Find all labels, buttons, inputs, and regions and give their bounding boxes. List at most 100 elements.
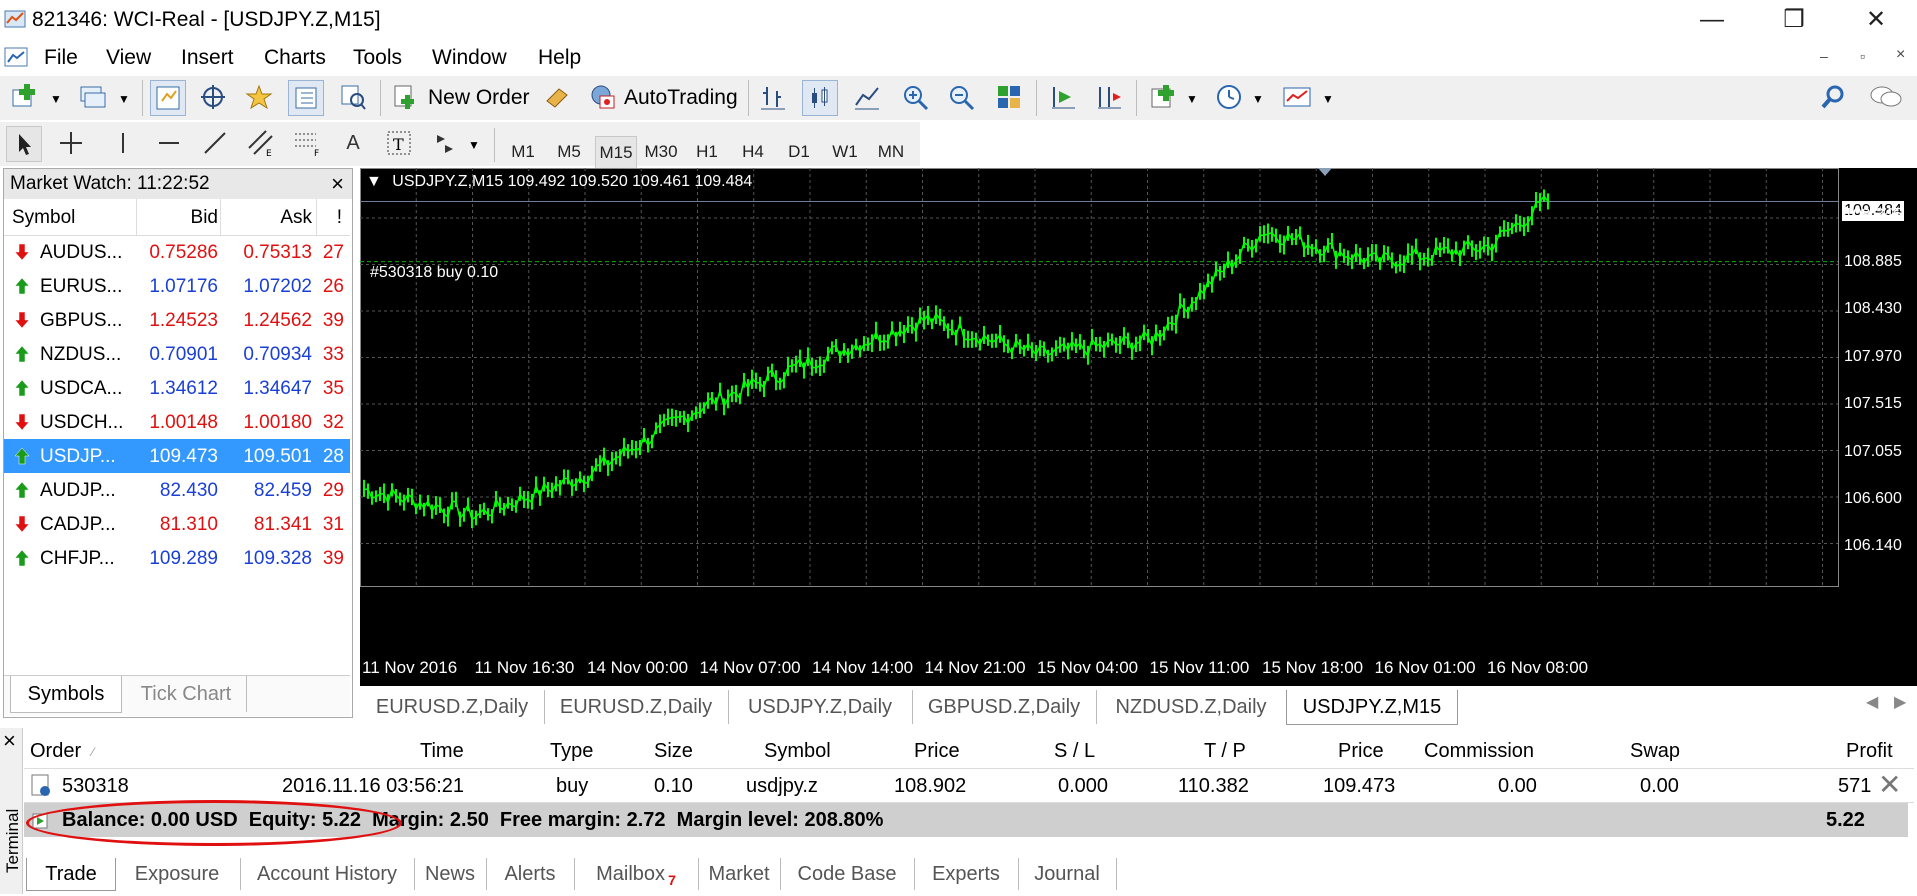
timeframe-mn[interactable]: MN [871,136,911,168]
column-sl[interactable]: S / L [1054,740,1095,763]
profiles-icon[interactable] [76,80,110,114]
candlesticks-icon[interactable] [802,80,838,116]
market-watch-row[interactable]: EURUS... 1.07176 1.07202 26 [4,269,350,303]
market-watch-toggle-icon[interactable] [150,80,186,116]
column-type[interactable]: Type [550,740,593,763]
restore-button[interactable]: ❒ [1764,4,1824,36]
navigator-icon[interactable] [242,80,276,114]
terminal-tab[interactable]: Mailbox 7 [574,858,699,890]
bar-chart-icon[interactable] [756,80,790,114]
cursor-icon[interactable] [6,126,42,162]
zoom-in-icon[interactable] [898,80,932,114]
terminal-tab[interactable]: Account History [240,858,415,890]
mdi-restore-icon[interactable]: ▫ [1860,48,1865,64]
tabs-scroll-left-icon[interactable]: ◀ [1866,692,1878,712]
menu-window[interactable]: Window [432,46,507,70]
chat-icon[interactable] [1868,80,1902,114]
market-watch-row[interactable]: AUDUS... 0.75286 0.75313 27 [4,235,350,269]
market-watch-row[interactable]: USDJP... 109.473 109.501 28 [4,439,350,473]
chart-tab[interactable]: EURUSD.Z,Daily [360,690,545,724]
terminal-tab[interactable]: News [414,858,487,890]
column-spread[interactable]: ! [337,207,342,229]
templates-dropdown-icon[interactable]: ▼ [1322,92,1334,106]
close-order-icon[interactable]: ✕ [1878,768,1901,801]
column-current-price[interactable]: Price [1338,740,1384,763]
crosshair-tool-icon[interactable] [54,126,88,160]
new-order-icon[interactable] [388,80,422,114]
timeframe-m15[interactable]: M15 [595,136,637,170]
chart-tab[interactable]: USDJPY.Z,M15 [1286,690,1458,725]
menu-view[interactable]: View [106,46,151,70]
equidistant-channel-icon[interactable]: E [244,126,278,160]
terminal-tab[interactable]: Code Base [780,858,915,890]
column-commission[interactable]: Commission [1424,740,1534,763]
strategy-tester-icon[interactable] [336,80,370,114]
autotrading-icon[interactable] [584,80,618,114]
chart-tab[interactable]: GBPUSD.Z,Daily [912,690,1097,724]
column-order[interactable]: Order [30,740,81,763]
mdi-minimize-icon[interactable]: – [1820,48,1828,64]
column-symbol[interactable]: Symbol [12,207,75,229]
market-watch-close-icon[interactable]: × [331,171,344,197]
crosshair-icon[interactable] [196,80,230,114]
timeframe-m30[interactable]: M30 [641,136,681,168]
terminal-tab[interactable]: Trade [26,858,116,891]
timeframe-m5[interactable]: M5 [549,136,589,168]
trendline-icon[interactable] [198,126,232,160]
new-order-button[interactable]: New Order [428,86,530,110]
tab-symbols[interactable]: Symbols [10,676,122,713]
new-chart-icon[interactable] [8,80,42,114]
market-watch-row[interactable]: GBPUS... 1.24523 1.24562 39 [4,303,350,337]
tile-windows-icon[interactable] [992,80,1026,114]
timeframe-m1[interactable]: M1 [503,136,543,168]
terminal-tab[interactable]: Experts [914,858,1019,890]
chart-tab[interactable]: EURUSD.Z,Daily [544,690,729,724]
chart-header-arrow-icon[interactable]: ▼ [366,173,382,190]
menu-help[interactable]: Help [538,46,581,70]
minimize-button[interactable]: — [1682,4,1742,36]
text-tool-icon[interactable]: A [336,126,370,160]
horizontal-line-icon[interactable] [152,126,186,160]
menu-charts[interactable]: Charts [264,46,326,70]
chart-shift-icon[interactable] [1092,80,1126,114]
market-watch-row[interactable]: NZDUS... 0.70901 0.70934 33 [4,337,350,371]
mdi-close-icon[interactable]: × [1896,46,1905,64]
column-price[interactable]: Price [914,740,960,763]
market-watch-row[interactable]: USDCA... 1.34612 1.34647 35 [4,371,350,405]
terminal-close-icon[interactable]: × [3,728,16,754]
column-swap[interactable]: Swap [1630,740,1680,763]
zoom-out-icon[interactable] [944,80,978,114]
tabs-scroll-right-icon[interactable]: ▶ [1894,692,1906,712]
new-chart-dropdown-icon[interactable]: ▼ [50,92,62,106]
market-watch-row[interactable]: USDCH... 1.00148 1.00180 32 [4,405,350,439]
column-tp[interactable]: T / P [1204,740,1246,763]
vertical-line-icon[interactable] [106,126,140,160]
terminal-tab[interactable]: Journal [1018,858,1117,890]
chart-tab[interactable]: NZDUSD.Z,Daily [1096,690,1287,724]
text-label-icon[interactable]: T [382,126,416,160]
search-icon[interactable] [1816,80,1850,114]
column-profit[interactable]: Profit [1846,740,1893,763]
periods-dropdown-icon[interactable]: ▼ [1252,92,1264,106]
close-button[interactable]: ✕ [1846,4,1906,36]
arrows-icon[interactable] [428,126,462,160]
timeframe-h4[interactable]: H4 [733,136,773,168]
chart-tab[interactable]: USDJPY.Z,Daily [728,690,913,724]
arrows-dropdown-icon[interactable]: ▼ [468,138,480,152]
profiles-dropdown-icon[interactable]: ▼ [118,92,130,106]
terminal-tab[interactable]: Exposure [114,858,241,890]
column-size[interactable]: Size [654,740,693,763]
timeframe-h1[interactable]: H1 [687,136,727,168]
metaeditor-icon[interactable] [540,80,574,114]
indicators-icon[interactable] [1146,80,1180,114]
column-time[interactable]: Time [420,740,464,763]
timeframe-d1[interactable]: D1 [779,136,819,168]
menu-insert[interactable]: Insert [181,46,234,70]
autotrading-button[interactable]: AutoTrading [624,86,738,110]
market-watch-row[interactable]: AUDJP... 82.430 82.459 29 [4,473,350,507]
periods-icon[interactable] [1212,80,1246,114]
line-chart-icon[interactable] [850,80,884,114]
column-bid[interactable]: Bid [191,207,218,229]
terminal-tab[interactable]: Alerts [486,858,575,890]
fibonacci-icon[interactable]: F [290,126,324,160]
